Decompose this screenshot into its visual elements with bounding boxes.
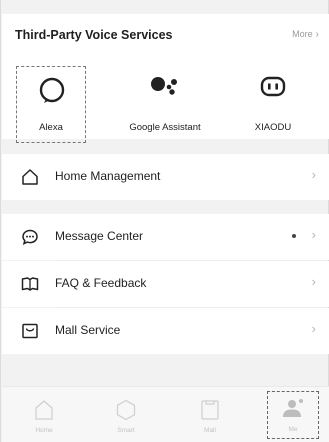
voice-services-card: Third-Party Voice Services More› Alexa <box>2 14 329 143</box>
xiaodu-icon <box>228 72 318 102</box>
me-page: Third-Party Voice Services More› Alexa <box>0 0 329 442</box>
alexa-service[interactable]: Alexa <box>16 66 86 143</box>
chevron-right-icon: › <box>311 227 316 242</box>
tab-smart[interactable]: Smart <box>86 387 166 442</box>
more-link[interactable]: More › <box>292 29 319 40</box>
google-assistant-service[interactable]: Google Assistant <box>120 64 210 144</box>
home-management-label: Home Management <box>55 169 161 183</box>
chevron-right-icon: › <box>315 29 319 40</box>
tab-mall-label: Mall <box>204 427 216 434</box>
google-assistant-icon <box>120 72 210 102</box>
tab-home[interactable]: Home <box>4 387 84 442</box>
xiaodu-label: XIAODU <box>254 122 292 133</box>
tab-me-label: Me <box>288 426 298 433</box>
faq-feedback-row[interactable]: FAQ & Feedback › <box>2 261 329 307</box>
chevron-right-icon: › <box>311 167 316 182</box>
hexagon-icon <box>86 399 166 421</box>
tab-smart-label: Smart <box>117 427 135 434</box>
house-icon <box>21 168 39 186</box>
book-icon <box>21 275 39 293</box>
bag-icon <box>170 399 250 421</box>
voice-services-title: Third-Party Voice Services <box>15 28 173 42</box>
mall-service-row[interactable]: Mall Service › <box>2 308 329 354</box>
google-assistant-label: Google Assistant <box>129 122 201 133</box>
bottom-tab-bar: Home Smart Mall Me <box>2 386 329 442</box>
tab-home-label: Home <box>35 427 53 434</box>
chat-bubble-icon <box>21 228 39 246</box>
person-icon <box>268 397 318 419</box>
mall-service-label: Mall Service <box>55 323 121 337</box>
more-label: More <box>292 29 313 39</box>
message-center-row[interactable]: Message Center › <box>2 214 329 260</box>
message-center-label: Message Center <box>55 229 144 243</box>
alexa-label: Alexa <box>39 122 63 133</box>
chevron-right-icon: › <box>311 321 316 336</box>
home-tab-icon <box>4 399 84 421</box>
tab-me[interactable]: Me <box>267 391 319 439</box>
alexa-icon <box>17 75 85 105</box>
home-management-row[interactable]: Home Management › <box>2 154 329 200</box>
xiaodu-service[interactable]: XIAODU <box>228 64 318 144</box>
unread-dot <box>292 234 296 238</box>
shop-icon <box>21 322 39 340</box>
faq-feedback-label: FAQ & Feedback <box>55 276 147 290</box>
chevron-right-icon: › <box>311 274 316 289</box>
tab-mall[interactable]: Mall <box>170 387 250 442</box>
